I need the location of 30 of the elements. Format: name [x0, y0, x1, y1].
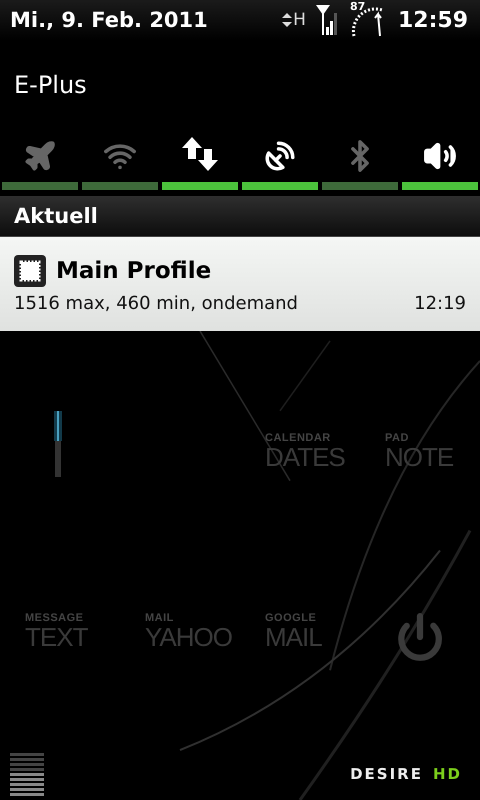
- carrier-name: E-Plus: [14, 71, 87, 99]
- widget-label[interactable]: NOTE: [385, 444, 480, 470]
- up-down-arrows-icon: [281, 13, 294, 27]
- widget-caption: MAIL: [145, 612, 175, 624]
- satellite-dish-icon: [263, 139, 297, 173]
- battery-level: 87: [350, 0, 366, 13]
- drawer-handle-icon[interactable]: [10, 753, 44, 797]
- notification-time: 12:19: [414, 292, 466, 314]
- chip-icon: [14, 254, 46, 286]
- widget-label[interactable]: YAHOO: [145, 624, 240, 650]
- widget-label[interactable]: DATES: [265, 444, 360, 470]
- notification-title: Main Profile: [56, 258, 212, 284]
- up-down-arrows-icon: [180, 135, 220, 173]
- logo-model: HD: [432, 765, 462, 783]
- lightsaber-drawing: [52, 411, 64, 479]
- network-type: H: [293, 10, 306, 30]
- status-time: 12:59: [398, 8, 468, 32]
- airplane-icon: [23, 139, 57, 173]
- widget-caption: MESSAGE: [25, 612, 85, 624]
- logo-brand: DESIRE: [350, 765, 423, 783]
- notification-card[interactable]: Main Profile 1516 max, 460 min, ondemand 12:19: [0, 237, 480, 331]
- widget-label[interactable]: MAIL: [265, 624, 360, 650]
- widget-caption: PAD: [385, 432, 410, 444]
- widget-caption: CALENDAR: [265, 432, 332, 444]
- signal-icon: [316, 5, 340, 35]
- section-title: Aktuell: [14, 204, 98, 228]
- widget-caption: GOOGLE: [265, 612, 318, 624]
- status-date: Mi., 9. Feb. 2011: [10, 8, 209, 32]
- widget-label[interactable]: TEXT: [25, 624, 120, 650]
- notification-detail: 1516 max, 460 min, ondemand: [14, 292, 298, 314]
